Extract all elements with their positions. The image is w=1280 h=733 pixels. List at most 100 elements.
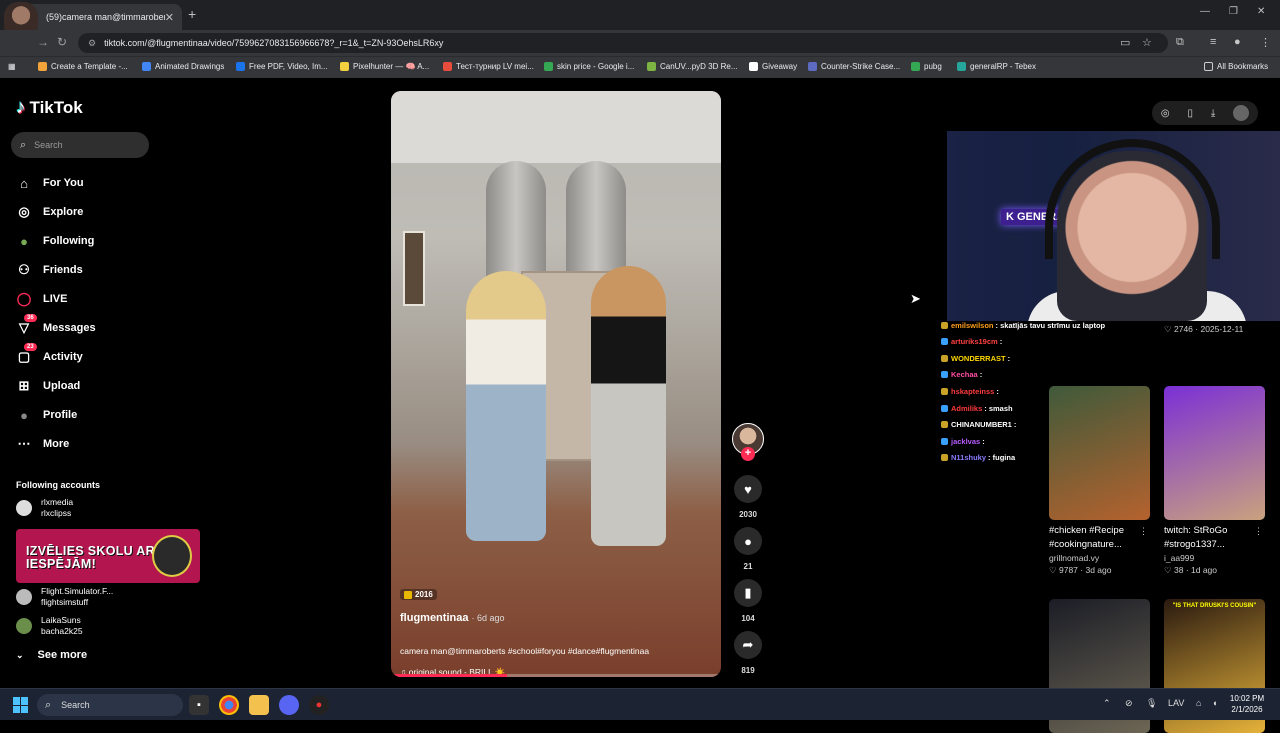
save-button[interactable]: ▮ [734,579,762,607]
bookmark-item[interactable]: CanUV...pyD 3D Re... [647,62,738,71]
bookmark-item[interactable]: pubg [911,62,942,71]
maximize-icon[interactable]: ❐ [1229,6,1238,17]
bookmark-item[interactable]: generalRP - Tebex [957,62,1036,71]
system-clock[interactable]: 10:02 PM 2/1/2026 [1224,693,1270,715]
minimize-icon[interactable]: — [1200,6,1210,17]
language-indicator[interactable]: LAV [1168,698,1184,708]
card-age: 1d ago [1191,565,1218,575]
task-view-icon[interactable]: ▪ [189,695,209,715]
video-thumbnail[interactable] [1164,386,1265,520]
extensions-icon[interactable]: ⧉ [1176,36,1184,49]
record-app-icon[interactable]: ● [309,695,329,715]
recommended-video-card[interactable]: twitch: StRoGo #strogo1337... ⋮ i_aa999 ♡ 3… [1164,386,1265,576]
tray-chevron-up-icon[interactable]: ⌃ [1103,698,1111,709]
taskbar-search-input[interactable]: ⌕ Search [37,694,183,716]
nav-explore[interactable]: ◎ Explore [16,201,83,223]
see-more-button[interactable]: ⌄ See more [16,649,87,661]
network-icon[interactable]: ⊘ [1125,698,1133,709]
nav-live[interactable]: ◯ LIVE [16,288,68,310]
profile-icon[interactable]: ● [1234,36,1241,48]
wifi-icon[interactable]: ⌂ [1196,698,1201,708]
search-placeholder: Search [34,140,63,150]
chat-username: WONDERRAST [951,353,1006,363]
notification-badge: 36 [24,314,37,322]
video-player[interactable]: 2016 flugmentinaa · 6d ago camera man@ti… [391,91,721,677]
card-more-icon[interactable]: ⋮ [1139,526,1148,537]
discord-icon[interactable] [279,695,299,715]
author-name[interactable]: flugmentinaa [400,612,468,624]
device-icon[interactable]: ▯ [1187,108,1193,119]
microphone-icon[interactable]: 🎙 [1146,698,1157,709]
all-bookmarks-button[interactable]: All Bookmarks [1204,62,1268,71]
chat-badge-icon [941,404,948,412]
search-icon: ⌕ [45,698,52,711]
apps-icon[interactable]: ▦ [8,62,16,71]
search-input[interactable]: ⌕ Search [11,132,149,158]
user-avatar[interactable] [1233,105,1250,121]
mouse-cursor-icon: ➤ [910,291,921,306]
nav-following[interactable]: ● Following [16,230,94,252]
file-explorer-icon[interactable] [249,695,269,715]
bookmark-item[interactable]: Counter-Strike Case... [808,62,900,71]
nav-friends[interactable]: ⚇ Friends [16,259,83,281]
bookmark-item[interactable]: Animated Drawings [142,62,224,71]
bookmark-item[interactable]: Pixelhunter — 🧠 A... [340,62,429,71]
video-progress-bar[interactable] [391,674,721,677]
following-account[interactable]: Flight.Simulator.F... flightsimstuff [16,586,113,608]
nav-profile[interactable]: ● Profile [16,404,77,426]
volume-icon[interactable]: ◖ [1212,698,1217,708]
chat-message: jacklvas: [941,435,985,447]
video-thumbnail[interactable] [1049,386,1150,520]
bookmark-icon: ▮ [744,585,752,600]
bookmark-star-icon[interactable]: ☆ [1142,36,1152,49]
nav-more[interactable]: ⋯ More [16,433,70,455]
menu-icon[interactable]: ⋮ [1260,36,1271,49]
card-more-icon[interactable]: ⋮ [1254,526,1263,537]
close-tab-icon[interactable]: ✕ [165,11,174,24]
chrome-icon[interactable] [219,695,239,715]
cast-icon[interactable]: ▭ [1120,36,1130,49]
windows-start-icon[interactable] [13,697,29,713]
upload-icon: ⊞ [18,378,30,393]
bookmark-favicon-icon [340,62,349,71]
bookmark-favicon-icon [911,62,920,71]
compass-small-icon[interactable]: ◎ [1161,108,1170,119]
tiktok-logo[interactable]: ♪ TikTok [16,97,83,119]
nav-upload[interactable]: ⊞ Upload [16,375,81,397]
more-icon: ⋯ [17,436,31,451]
video-caption[interactable]: camera man@timmaroberts #school#foryou #… [400,646,649,656]
reload-icon[interactable]: ↻ [57,35,67,49]
new-tab-button[interactable]: + [188,6,196,22]
bookmark-item[interactable]: Giveaway [749,62,797,71]
forward-icon[interactable]: → [37,35,49,49]
follow-plus-icon[interactable]: + [741,447,755,461]
account-name: LaikaSuns [41,615,81,625]
nav-label: Activity [43,351,83,363]
address-bar[interactable]: ⚙ tiktok.com/@flugmentinaa/video/7599627… [78,33,1168,53]
following-account[interactable]: LaikaSuns bacha2k25 [16,615,83,637]
comment-button[interactable]: ● [734,527,762,555]
like-button[interactable]: ♥ [734,475,762,503]
nav-messages[interactable]: ▽ 36 Messages [16,314,96,339]
nav-activity[interactable]: ▢ 23 Activity [16,343,83,368]
close-window-icon[interactable]: ✕ [1257,6,1265,17]
bookmark-item[interactable]: Create a Template -... [38,62,128,71]
following-avatar-icon: ● [20,233,28,249]
share-button[interactable]: ➦ [734,631,762,659]
following-account[interactable]: rlxmedia rlxclipss [16,497,73,519]
bookmark-item[interactable]: Free PDF, Video, Im... [236,62,328,71]
recommended-video-card[interactable]: #chicken #Recipe #cookingnature... ⋮ grill… [1049,386,1150,576]
tab-title: (59)camera man@timmaroberts [46,12,165,22]
folder-icon [1204,62,1213,71]
media-icon[interactable]: ≡ [1210,36,1216,48]
site-info-icon[interactable]: ⚙ [88,38,96,49]
download-icon[interactable]: ⤓ [1211,108,1215,119]
webcam-overlay: K GENERAL RP [947,131,1280,321]
bookmark-item[interactable]: skin price - Google i... [544,62,634,71]
nav-for-you[interactable]: ⌂ For You [16,172,83,194]
bookmark-item[interactable]: Тест-турнир LV mei... [443,62,534,71]
logo-text: TikTok [29,98,83,117]
bookmark-label: Giveaway [762,62,798,71]
chat-message: N11shuky: fugina [941,452,1015,464]
video-author[interactable]: flugmentinaa · 6d ago [400,612,505,624]
